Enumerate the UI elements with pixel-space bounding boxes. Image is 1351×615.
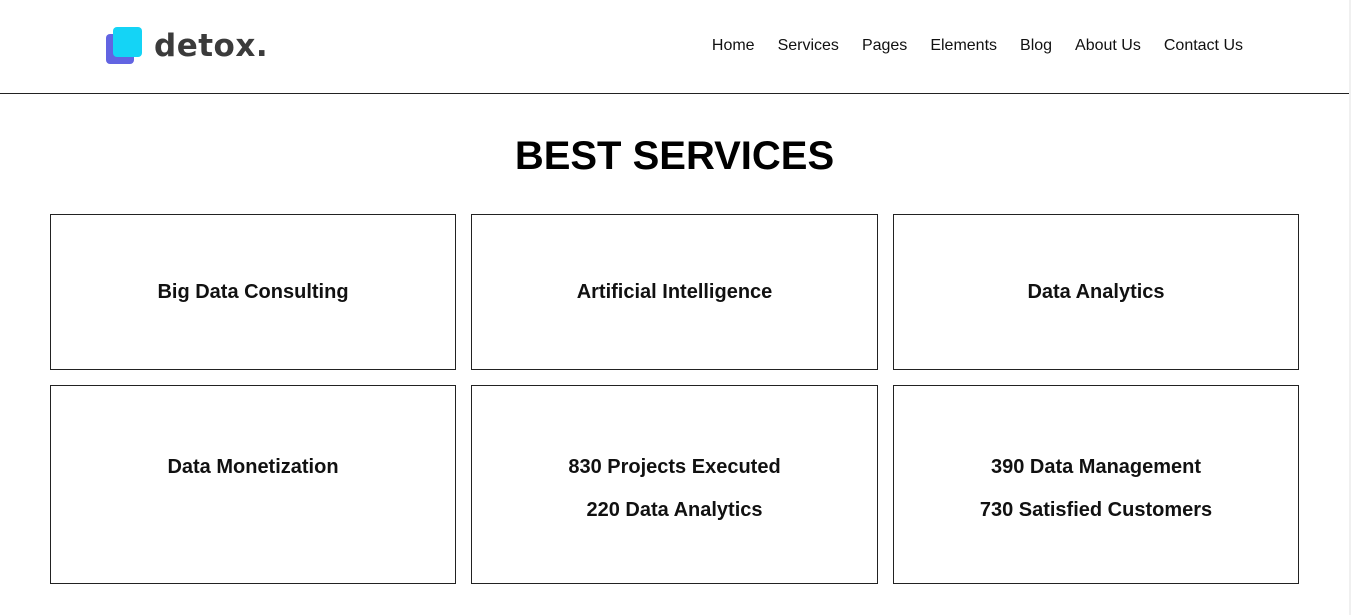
stat-data-management: 390 Data Management xyxy=(990,456,1202,478)
service-card-data-monetization[interactable]: Data Monetization xyxy=(50,385,456,584)
service-card-data-analytics[interactable]: Data Analytics xyxy=(893,214,1299,370)
service-card-title: Data Analytics xyxy=(1027,281,1165,303)
nav-contact-us[interactable]: Contact Us xyxy=(1164,36,1243,56)
stat-data-analytics: 220 Data Analytics xyxy=(586,499,763,521)
stat-projects-executed: 830 Projects Executed xyxy=(568,456,781,478)
stacked-squares-logo-icon xyxy=(106,27,143,65)
logo-front-square xyxy=(113,27,142,57)
stat-satisfied-customers: 730 Satisfied Customers xyxy=(979,499,1213,521)
logo-text: detox. xyxy=(154,28,269,64)
service-card-big-data-consulting[interactable]: Big Data Consulting xyxy=(50,214,456,370)
nav-pages[interactable]: Pages xyxy=(862,36,907,56)
logo-link[interactable]: detox. xyxy=(106,27,268,65)
nav-services[interactable]: Services xyxy=(778,36,839,56)
stats-card-projects: 830 Projects Executed 220 Data Analytics xyxy=(471,385,878,584)
page-title: BEST SERVICES xyxy=(514,134,835,178)
nav-elements[interactable]: Elements xyxy=(930,36,997,56)
main-nav: Home Services Pages Elements Blog About … xyxy=(712,36,1243,56)
service-card-title: Artificial Intelligence xyxy=(576,281,773,303)
service-card-title: Data Monetization xyxy=(167,456,339,478)
nav-about-us[interactable]: About Us xyxy=(1075,36,1141,56)
page: detox. Home Services Pages Elements Blog… xyxy=(0,0,1351,615)
service-card-artificial-intelligence[interactable]: Artificial Intelligence xyxy=(471,214,878,370)
nav-home[interactable]: Home xyxy=(712,36,755,56)
service-card-title: Big Data Consulting xyxy=(157,281,349,303)
stats-card-management: 390 Data Management 730 Satisfied Custom… xyxy=(893,385,1299,584)
nav-blog[interactable]: Blog xyxy=(1020,36,1052,56)
services-grid: Big Data Consulting Artificial Intellige… xyxy=(50,214,1299,584)
site-header: detox. Home Services Pages Elements Blog… xyxy=(0,0,1349,94)
